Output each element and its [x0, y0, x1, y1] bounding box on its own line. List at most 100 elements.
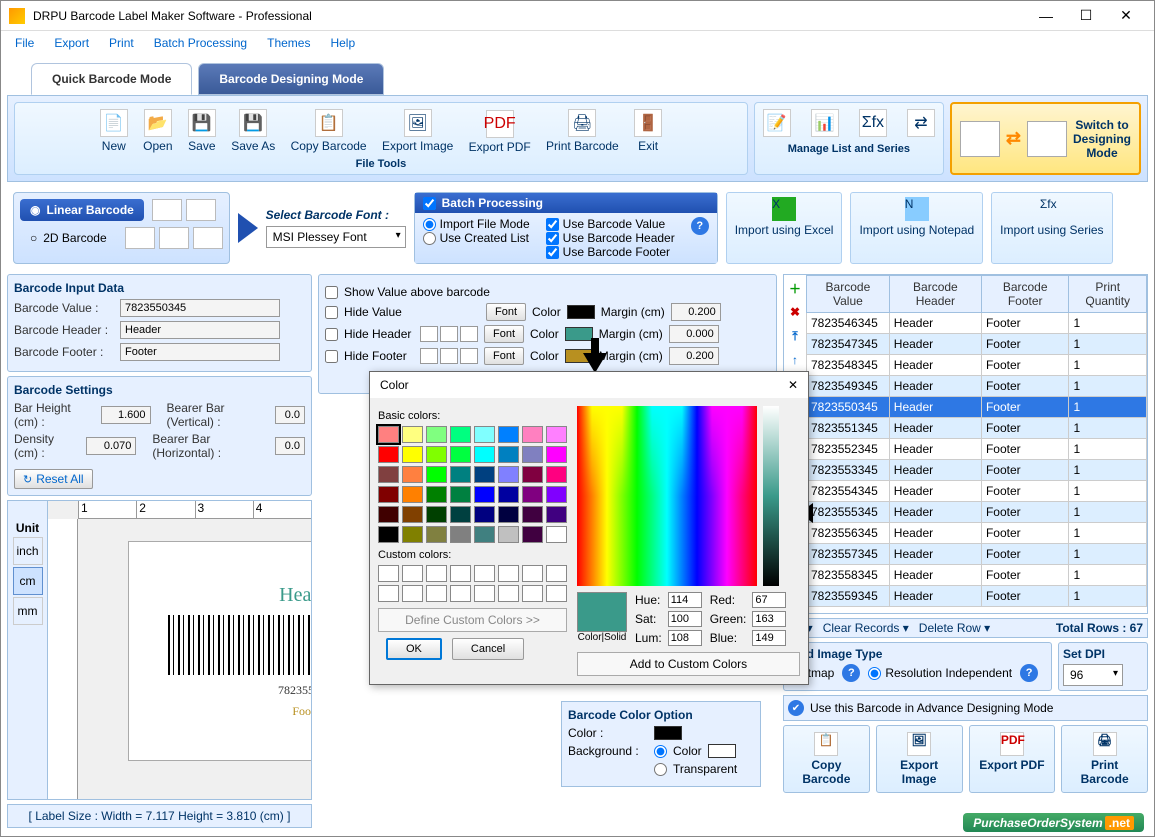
- custom-swatch[interactable]: [450, 565, 471, 582]
- color-swatch[interactable]: [402, 466, 423, 483]
- color-swatch[interactable]: [522, 466, 543, 483]
- copy-barcode-action[interactable]: 📋Copy Barcode: [783, 725, 870, 793]
- manage-series-button[interactable]: Σfx: [853, 107, 893, 141]
- custom-swatch[interactable]: [546, 585, 567, 602]
- menu-themes[interactable]: Themes: [257, 32, 320, 54]
- exit-button[interactable]: 🚪Exit: [628, 107, 668, 155]
- custom-swatch[interactable]: [498, 585, 519, 602]
- color-swatch[interactable]: [522, 446, 543, 463]
- custom-swatch[interactable]: [450, 585, 471, 602]
- color-swatch[interactable]: [426, 526, 447, 543]
- import-series-button[interactable]: ΣfxImport using Series: [991, 192, 1112, 264]
- color-swatch[interactable]: [474, 466, 495, 483]
- grid-add-icon[interactable]: ＋: [786, 279, 804, 297]
- table-row[interactable]: 7823558345HeaderFooter1: [807, 565, 1147, 586]
- import-notepad-button[interactable]: NImport using Notepad: [850, 192, 983, 264]
- menu-export[interactable]: Export: [44, 32, 99, 54]
- close-button[interactable]: ✕: [1106, 1, 1146, 31]
- bar-height-input[interactable]: [101, 406, 151, 424]
- footer-font-button[interactable]: Font: [484, 347, 524, 365]
- reset-all-button[interactable]: ↻ Reset All: [14, 469, 93, 489]
- bitmap-help-icon[interactable]: ?: [842, 664, 860, 682]
- custom-swatch[interactable]: [426, 585, 447, 602]
- blue-input[interactable]: [752, 630, 786, 646]
- clear-records-link[interactable]: Clear Records ▾: [823, 621, 909, 635]
- color-swatch[interactable]: [402, 506, 423, 523]
- use-barcode-footer-check[interactable]: [546, 246, 559, 259]
- barcode-font-combo[interactable]: MSI Plessey Font: [266, 226, 406, 248]
- color-swatch[interactable]: [450, 446, 471, 463]
- color-swatch[interactable]: [402, 446, 423, 463]
- value-font-button[interactable]: Font: [486, 303, 526, 321]
- color-dialog-close[interactable]: ✕: [788, 378, 798, 392]
- table-row[interactable]: 7823557345HeaderFooter1: [807, 544, 1147, 565]
- custom-swatch[interactable]: [402, 585, 423, 602]
- export-pdf-action[interactable]: PDFExport PDF: [969, 725, 1056, 793]
- table-row[interactable]: 7823546345HeaderFooter1: [807, 313, 1147, 334]
- hide-footer-check[interactable]: [325, 350, 338, 363]
- manage-list-button-2[interactable]: 📊: [805, 107, 845, 141]
- hdr-align-right[interactable]: [460, 326, 478, 342]
- grid-delete-icon[interactable]: ✖: [786, 303, 804, 321]
- barcode-color-box[interactable]: [654, 726, 682, 740]
- batch-processing-check[interactable]: [423, 197, 436, 210]
- import-file-mode-radio[interactable]: [423, 218, 436, 231]
- ftr-align-right[interactable]: [460, 348, 478, 364]
- custom-swatch[interactable]: [426, 565, 447, 582]
- color-swatch[interactable]: [546, 486, 567, 503]
- switch-to-designing[interactable]: ⇄ Switch to Designing Mode: [950, 102, 1141, 175]
- custom-swatch[interactable]: [522, 565, 543, 582]
- copy-barcode-button[interactable]: 📋Copy Barcode: [285, 107, 373, 155]
- menu-help[interactable]: Help: [320, 32, 365, 54]
- export-image-button[interactable]: 🖼Export Image: [376, 107, 459, 155]
- resolution-help-icon[interactable]: ?: [1020, 664, 1038, 682]
- color-swatch[interactable]: [546, 466, 567, 483]
- table-row[interactable]: 7823550345HeaderFooter1: [807, 397, 1147, 418]
- color-swatch[interactable]: [402, 426, 423, 443]
- 2d-barcode-radio[interactable]: ○2D Barcode: [20, 227, 117, 249]
- maximize-button[interactable]: ☐: [1066, 1, 1106, 31]
- ftr-align-left[interactable]: [420, 348, 438, 364]
- custom-swatch[interactable]: [402, 565, 423, 582]
- color-swatch[interactable]: [450, 466, 471, 483]
- grid-top-icon[interactable]: ⤒: [786, 327, 804, 345]
- color-swatch[interactable]: [498, 446, 519, 463]
- table-row[interactable]: 7823551345HeaderFooter1: [807, 418, 1147, 439]
- color-swatch[interactable]: [522, 426, 543, 443]
- color-swatch[interactable]: [378, 466, 399, 483]
- custom-swatch[interactable]: [474, 585, 495, 602]
- table-row[interactable]: 7823548345HeaderFooter1: [807, 355, 1147, 376]
- open-button[interactable]: 📂Open: [137, 107, 178, 155]
- color-swatch[interactable]: [426, 486, 447, 503]
- new-button[interactable]: 📄New: [94, 107, 134, 155]
- manage-list-button-1[interactable]: 📝: [757, 107, 797, 141]
- color-swatch[interactable]: [426, 506, 447, 523]
- show-value-above-check[interactable]: [325, 286, 338, 299]
- hue-input[interactable]: [668, 592, 702, 608]
- table-row[interactable]: 7823549345HeaderFooter1: [807, 376, 1147, 397]
- value-color-box[interactable]: [567, 305, 595, 319]
- value-margin-input[interactable]: [671, 303, 721, 321]
- manage-swap-button[interactable]: ⇄: [901, 107, 941, 141]
- print-barcode-action[interactable]: 🖨Print Barcode: [1061, 725, 1148, 793]
- menu-batch[interactable]: Batch Processing: [144, 32, 257, 54]
- table-row[interactable]: 7823547345HeaderFooter1: [807, 334, 1147, 355]
- hide-header-check[interactable]: [325, 328, 338, 341]
- color-swatch[interactable]: [474, 506, 495, 523]
- print-barcode-button[interactable]: 🖨Print Barcode: [540, 107, 625, 155]
- color-swatch[interactable]: [474, 526, 495, 543]
- custom-swatch[interactable]: [474, 565, 495, 582]
- color-swatch[interactable]: [426, 426, 447, 443]
- bg-transparent-radio[interactable]: [654, 763, 667, 776]
- import-excel-button[interactable]: XImport using Excel: [726, 192, 843, 264]
- red-input[interactable]: [752, 592, 786, 608]
- bg-color-radio[interactable]: [654, 745, 667, 758]
- color-swatch[interactable]: [498, 486, 519, 503]
- color-swatch[interactable]: [498, 526, 519, 543]
- color-swatch[interactable]: [378, 506, 399, 523]
- table-row[interactable]: 7823552345HeaderFooter1: [807, 439, 1147, 460]
- color-swatch[interactable]: [474, 486, 495, 503]
- bg-color-box[interactable]: [708, 744, 736, 758]
- bearer-vert-input[interactable]: [275, 406, 305, 424]
- dpi-combo[interactable]: 96: [1063, 664, 1123, 686]
